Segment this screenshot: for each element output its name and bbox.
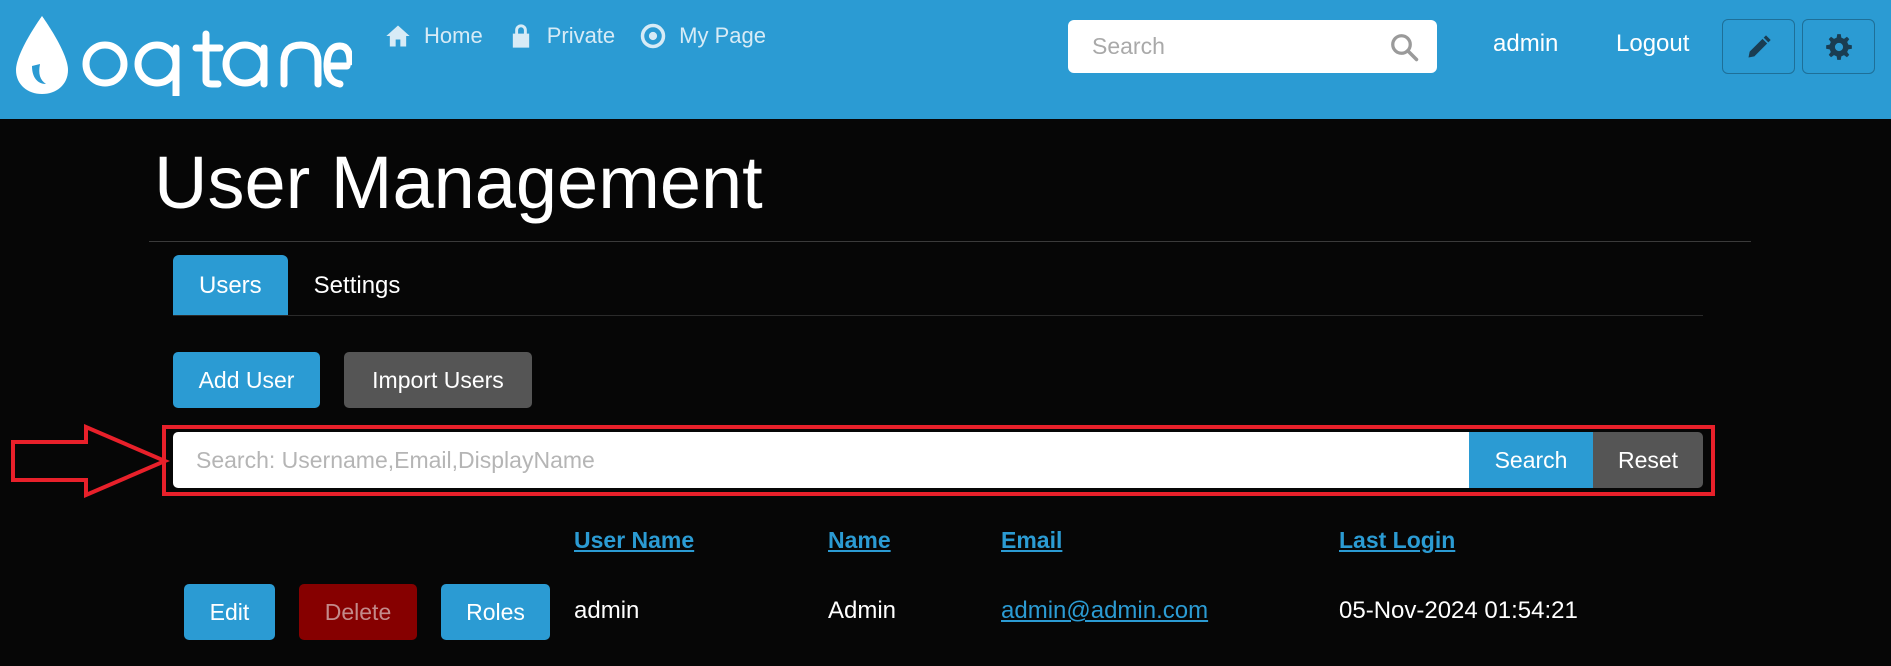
column-header-last-login[interactable]: Last Login <box>1339 527 1455 554</box>
user-search-field <box>173 432 1470 488</box>
edit-mode-button[interactable] <box>1722 19 1795 74</box>
nav-private-label: Private <box>546 23 616 48</box>
user-search-input[interactable] <box>173 432 1470 488</box>
delete-user-button[interactable]: Delete <box>299 584 417 640</box>
search-icon[interactable] <box>1389 32 1419 62</box>
settings-button[interactable] <box>1802 19 1875 74</box>
tab-bar: Users Settings <box>173 255 426 316</box>
oqtane-logo[interactable] <box>12 14 352 96</box>
user-profile-link[interactable]: admin <box>1493 30 1558 58</box>
main-nav: Home Private My Page <box>384 22 766 50</box>
nav-home-label: Home <box>424 23 483 48</box>
user-roles-button[interactable]: Roles <box>441 584 550 640</box>
annotation-arrow-icon <box>11 424 170 498</box>
lock-icon <box>512 24 529 48</box>
tab-users[interactable]: Users <box>173 255 288 316</box>
logout-link[interactable]: Logout <box>1616 30 1689 58</box>
edit-user-button[interactable]: Edit <box>184 584 275 640</box>
nav-home[interactable]: Home <box>384 22 483 50</box>
pencil-icon <box>1748 34 1771 57</box>
site-search-input[interactable] <box>1068 20 1392 73</box>
title-divider <box>149 241 1751 242</box>
column-header-username[interactable]: User Name <box>574 527 694 554</box>
home-icon <box>386 25 410 47</box>
nav-my-page[interactable]: My Page <box>639 22 766 50</box>
nav-private[interactable]: Private <box>507 22 615 50</box>
gear-icon <box>1825 33 1852 60</box>
add-user-button[interactable]: Add User <box>173 352 320 408</box>
tabs-divider <box>173 315 1703 316</box>
page-title: User Management <box>154 141 763 224</box>
column-header-email[interactable]: Email <box>1001 527 1062 554</box>
cell-username: admin <box>574 597 640 624</box>
cell-last-login: 05-Nov-2024 01:54:21 <box>1339 597 1578 624</box>
target-icon <box>640 23 666 49</box>
tab-settings[interactable]: Settings <box>288 255 427 316</box>
column-header-name[interactable]: Name <box>828 527 891 554</box>
top-navbar: Home Private My Page admin Logout <box>0 0 1891 119</box>
nav-my-page-label: My Page <box>679 23 766 48</box>
site-search <box>1068 20 1437 73</box>
cell-email-link[interactable]: admin@admin.com <box>1001 597 1208 625</box>
cell-name: Admin <box>828 597 897 624</box>
user-search-button[interactable]: Search <box>1469 432 1593 488</box>
import-users-button[interactable]: Import Users <box>344 352 532 408</box>
user-search-reset-button[interactable]: Reset <box>1593 432 1703 488</box>
